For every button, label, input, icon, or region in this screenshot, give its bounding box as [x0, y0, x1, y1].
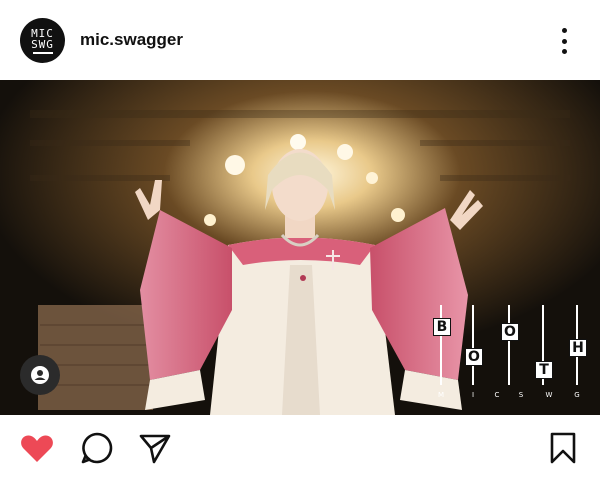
more-dot: [561, 28, 567, 33]
person-glyph: [31, 366, 49, 384]
user-tag-icon[interactable]: [20, 355, 60, 395]
logo-letter: B: [433, 318, 451, 336]
logo-column: [440, 305, 442, 385]
comment-glyph: [81, 432, 113, 464]
post-header: MIC SWG mic.swagger: [0, 0, 600, 80]
logo-column: [508, 305, 510, 385]
logo-label: G: [574, 391, 580, 399]
avatar-line-2: SWG: [31, 37, 54, 51]
logo-letter: T: [535, 361, 553, 379]
heart-icon[interactable]: [20, 431, 54, 465]
more-dot: [561, 38, 567, 44]
logo-label: S: [518, 391, 524, 399]
logo-label: W: [545, 391, 553, 399]
post-actions-bar: [0, 415, 600, 478]
logo-label: C: [494, 391, 500, 399]
share-glyph: [139, 434, 171, 464]
heart-glyph: [21, 435, 53, 462]
avatar-line-1: MIC: [31, 26, 54, 40]
username-link[interactable]: mic.swagger: [80, 30, 183, 50]
post-photo[interactable]: B O O T H M I C S W G: [0, 80, 600, 415]
booth-logo-overlay: B O O T H M I C S W G: [430, 305, 595, 405]
logo-letter: O: [501, 323, 519, 341]
avatar-underline: [32, 51, 53, 54]
bookmark-icon[interactable]: [546, 431, 580, 465]
logo-label: M: [437, 391, 445, 399]
more-dot: [561, 49, 567, 54]
logo-label: I: [471, 391, 475, 399]
share-icon[interactable]: [138, 431, 172, 465]
logo-letter: O: [465, 348, 483, 366]
comment-icon[interactable]: [80, 431, 114, 465]
logo-letter: H: [569, 339, 587, 357]
logo-column: [472, 305, 474, 385]
more-options-icon[interactable]: [552, 26, 576, 56]
profile-avatar[interactable]: MIC SWG: [20, 18, 65, 63]
bookmark-glyph: [550, 432, 576, 464]
